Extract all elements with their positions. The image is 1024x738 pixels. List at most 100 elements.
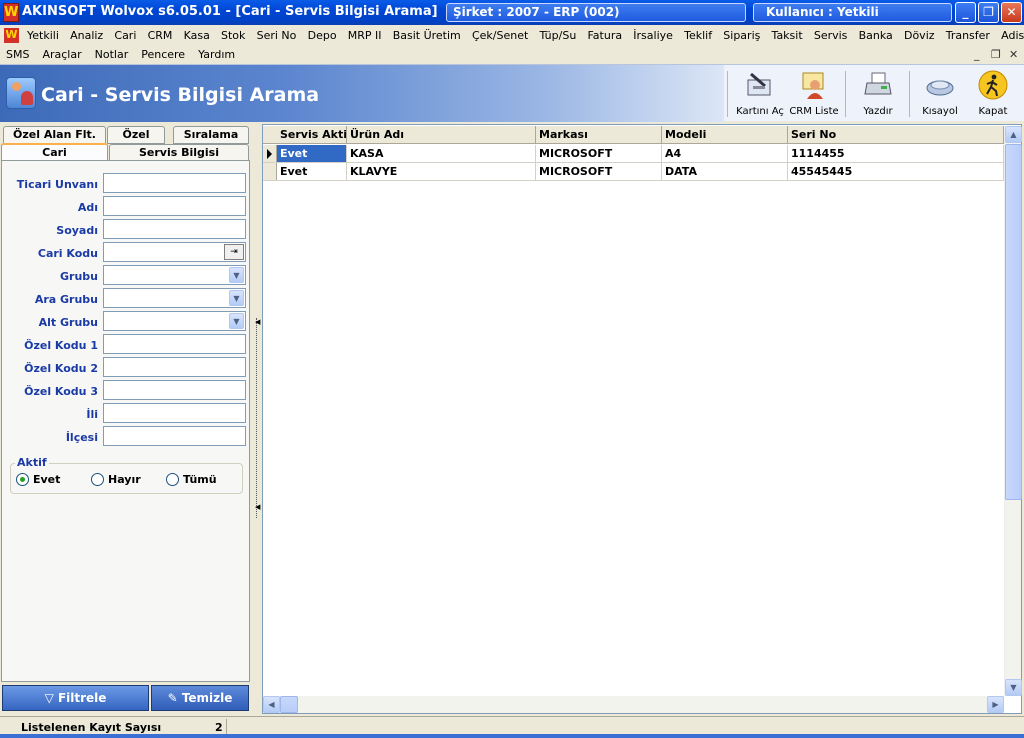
current-row-indicator — [263, 145, 277, 162]
column-servis-aktif[interactable]: Servis Aktif — [277, 126, 347, 144]
panel-splitter[interactable]: ◀ ◀ — [253, 123, 261, 713]
horizontal-scroll-thumb[interactable] — [280, 696, 298, 713]
table-row[interactable]: Evet KLAVYE MICROSOFT DATA 45545445 — [263, 163, 1004, 181]
menu-crm[interactable]: CRM — [148, 29, 173, 42]
menu-banka[interactable]: Banka — [859, 29, 893, 42]
cell-modeli[interactable]: A4 — [662, 145, 788, 162]
menu-row-1: Yetkili Analiz Cari CRM Kasa Stok Seri No Depo M… — [27, 29, 1024, 42]
toolbar-separator — [727, 71, 728, 117]
ara-grubu-select[interactable]: ▼ — [103, 288, 246, 308]
scroll-down-icon[interactable]: ▼ — [1005, 679, 1022, 696]
menu-adisyon[interactable]: Adisyon — [1001, 29, 1024, 42]
tab-ozel[interactable]: Özel — [107, 126, 165, 144]
tab-siralama[interactable]: Sıralama — [173, 126, 249, 144]
cell-markasi[interactable]: MICROSOFT — [536, 163, 662, 180]
clear-button[interactable]: ✎ Temizle — [151, 685, 249, 711]
menu-cek-senet[interactable]: Çek/Senet — [472, 29, 528, 42]
cari-kodu-label: Cari Kodu — [37, 247, 98, 260]
menu-cari[interactable]: Cari — [114, 29, 136, 42]
menu-taksit[interactable]: Taksit — [772, 29, 803, 42]
menu-araclar[interactable]: Araçlar — [42, 48, 81, 61]
cell-markasi[interactable]: MICROSOFT — [536, 145, 662, 162]
column-urun-adi[interactable]: Ürün Adı — [347, 126, 536, 144]
menu-tup-su[interactable]: Tüp/Su — [539, 29, 576, 42]
filter-button[interactable]: ▽ Filtrele — [2, 685, 149, 711]
crm-list-label: CRM Liste — [789, 106, 839, 117]
cell-servis-aktif[interactable]: Evet — [277, 145, 347, 162]
print-button[interactable]: Yazdır — [849, 70, 907, 120]
menu-transfer[interactable]: Transfer — [946, 29, 990, 42]
menu-fatura[interactable]: Fatura — [587, 29, 622, 42]
menu-sms[interactable]: SMS — [6, 48, 29, 61]
soyadi-label: Soyadı — [56, 224, 98, 237]
column-markasi[interactable]: Markası — [536, 126, 662, 144]
menu-doviz[interactable]: Döviz — [904, 29, 935, 42]
scroll-right-icon[interactable]: ▶ — [987, 696, 1004, 713]
ili-field[interactable] — [103, 403, 246, 423]
open-card-button[interactable]: Kartını Aç — [731, 70, 789, 120]
menu-seri-no[interactable]: Seri No — [257, 29, 297, 42]
ilcesi-field[interactable] — [103, 426, 246, 446]
radio-evet[interactable]: Evet — [16, 473, 60, 486]
menu-basit-uretim[interactable]: Basit Üretim — [393, 29, 461, 42]
record-count-label: Listelenen Kayıt Sayısı — [21, 721, 162, 734]
column-seri-no[interactable]: Seri No — [788, 126, 1004, 144]
eraser-icon: ✎ — [167, 691, 182, 705]
cell-seri-no[interactable]: 1114455 — [788, 145, 1004, 162]
exit-label: Kapat — [978, 106, 1008, 117]
exit-button[interactable]: Kapat — [964, 70, 1022, 120]
menu-logo-icon: W — [4, 28, 19, 43]
menu-teklif[interactable]: Teklif — [684, 29, 712, 42]
ozel-kodu-1-field[interactable] — [103, 334, 246, 354]
adi-field[interactable] — [103, 196, 246, 216]
cell-servis-aktif[interactable]: Evet — [277, 163, 347, 180]
scroll-up-icon[interactable]: ▲ — [1005, 126, 1022, 143]
crm-list-button[interactable]: CRM Liste — [785, 70, 843, 120]
cell-seri-no[interactable]: 45545445 — [788, 163, 1004, 180]
lookup-icon[interactable]: ⇥ — [224, 244, 244, 260]
grubu-select[interactable]: ▼ — [103, 265, 246, 285]
app-logo-icon: W — [3, 3, 19, 22]
radio-tumu[interactable]: Tümü — [166, 473, 217, 486]
menu-servis[interactable]: Servis — [814, 29, 848, 42]
cell-urun-adi[interactable]: KASA — [347, 145, 536, 162]
mdi-restore-button[interactable]: ❐ — [991, 48, 1001, 61]
cell-urun-adi[interactable]: KLAVYE — [347, 163, 536, 180]
cell-modeli[interactable]: DATA — [662, 163, 788, 180]
chevron-down-icon[interactable]: ▼ — [229, 290, 244, 306]
column-modeli[interactable]: Modeli — [662, 126, 788, 144]
mdi-minimize-button[interactable]: _ — [974, 48, 980, 61]
menu-depo[interactable]: Depo — [308, 29, 337, 42]
horizontal-scrollbar[interactable]: ◀ ▶ — [263, 696, 1004, 713]
menu-kasa[interactable]: Kasa — [184, 29, 210, 42]
ozel-kodu-3-field[interactable] — [103, 380, 246, 400]
menu-analiz[interactable]: Analiz — [70, 29, 103, 42]
ozel-kodu-2-field[interactable] — [103, 357, 246, 377]
menu-mrp[interactable]: MRP II — [348, 29, 382, 42]
scroll-left-icon[interactable]: ◀ — [263, 696, 280, 713]
minimize-button[interactable]: _ — [955, 2, 976, 23]
menu-pencere[interactable]: Pencere — [141, 48, 185, 61]
chevron-down-icon[interactable]: ▼ — [229, 313, 244, 329]
maximize-button[interactable]: ❐ — [978, 2, 999, 23]
menu-siparis[interactable]: Sipariş — [723, 29, 760, 42]
mdi-close-button[interactable]: ✕ — [1009, 48, 1018, 61]
menu-irsaliye[interactable]: İrsaliye — [633, 29, 673, 42]
vertical-scroll-thumb[interactable] — [1005, 144, 1022, 500]
radio-hayir[interactable]: Hayır — [91, 473, 141, 486]
menu-yetkili[interactable]: Yetkili — [27, 29, 59, 42]
chevron-down-icon[interactable]: ▼ — [229, 267, 244, 283]
menu-notlar[interactable]: Notlar — [95, 48, 129, 61]
radio-evet-label: Evet — [33, 473, 61, 486]
tab-ozel-alan-filtre[interactable]: Özel Alan Flt. — [3, 126, 106, 144]
shortcut-button[interactable]: Kısayol — [911, 70, 969, 120]
ticari-unvani-field[interactable] — [103, 173, 246, 193]
table-row[interactable]: Evet KASA MICROSOFT A4 1114455 — [263, 145, 1004, 163]
soyadi-field[interactable] — [103, 219, 246, 239]
close-button[interactable]: ✕ — [1001, 2, 1022, 23]
cari-kodu-field[interactable]: ⇥ — [103, 242, 246, 262]
alt-grubu-select[interactable]: ▼ — [103, 311, 246, 331]
menu-stok[interactable]: Stok — [221, 29, 245, 42]
vertical-scrollbar[interactable]: ▲ ▼ — [1004, 126, 1022, 696]
menu-yardim[interactable]: Yardım — [198, 48, 235, 61]
